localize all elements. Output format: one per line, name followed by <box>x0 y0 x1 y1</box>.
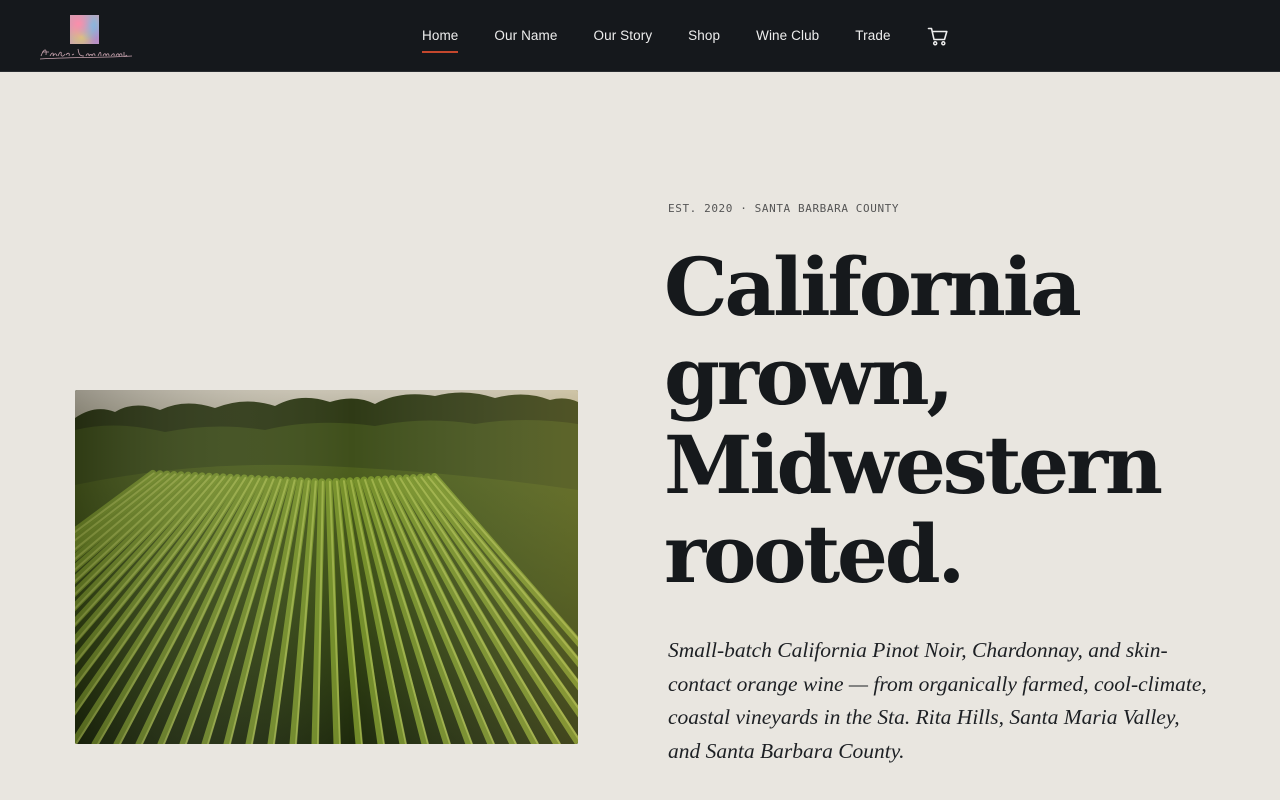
headline-line-1: California <box>664 240 1082 334</box>
main-nav: Home Our Name Our Story Shop Wine Club T… <box>422 0 927 72</box>
logo-script-signature <box>39 48 133 60</box>
hero-headline: California grown, Midwestern rooted. <box>664 243 1224 599</box>
nav-item-our-name[interactable]: Our Name <box>494 27 557 45</box>
nav-item-shop[interactable]: Shop <box>688 27 720 45</box>
nav-item-home[interactable]: Home <box>422 27 459 53</box>
hero-intro: Small-batch California Pinot Noir, Chard… <box>668 638 1207 764</box>
vineyard-photo <box>75 390 578 744</box>
nav-item-our-story[interactable]: Our Story <box>594 27 653 45</box>
logo-mark <box>70 15 99 44</box>
nav-item-wine-club[interactable]: Wine Club <box>756 27 819 45</box>
shopping-cart-icon[interactable] <box>927 25 949 47</box>
nav-item-trade[interactable]: Trade <box>855 27 890 45</box>
vineyard-image <box>75 390 578 744</box>
hero-eyebrow: EST. 2020 · SANTA BARBARA COUNTY <box>668 202 900 215</box>
hero-next-paragraph-cutoff: ▂▂▂ ▂▂▂▂▂ ▂▂▂▂ ▂▂▂▂▂▂▂ ▂▂▂▂ ▂▂▂ ▂▂▂▂▂▂▂ … <box>668 789 1068 800</box>
headline-line-2: grown, <box>664 329 954 423</box>
headline-line-4: rooted. <box>664 507 965 601</box>
brand-logo[interactable] <box>38 12 134 60</box>
site-header: Home Our Name Our Story Shop Wine Club T… <box>0 0 1280 72</box>
headline-line-3: Midwestern <box>664 418 1163 512</box>
